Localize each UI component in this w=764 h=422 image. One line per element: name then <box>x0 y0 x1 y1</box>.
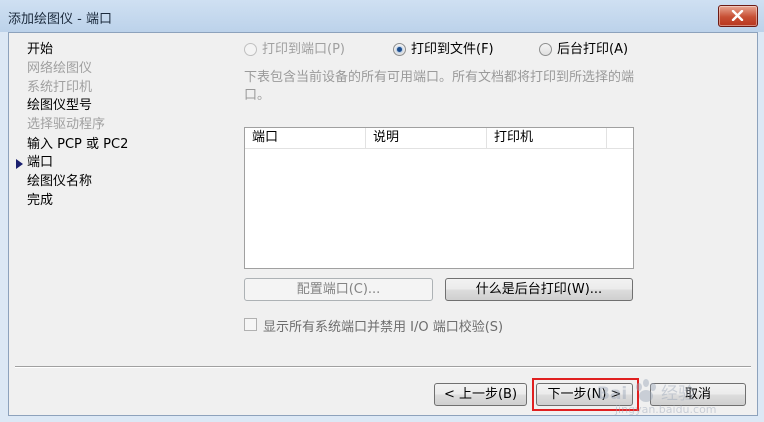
column-header-printer[interactable]: 打印机 <box>487 128 607 148</box>
current-step-arrow-icon <box>16 159 23 169</box>
step-select-driver: 选择驱动程序 <box>27 117 106 132</box>
port-list[interactable]: 端口 说明 打印机 <box>244 127 634 269</box>
back-button[interactable]: < 上一步(B) <box>434 383 527 406</box>
close-button[interactable] <box>718 5 758 27</box>
step-network-plotter: 网络绘图仪 <box>27 61 93 76</box>
radio-label: 后台打印(A) <box>557 42 629 57</box>
column-header-port[interactable]: 端口 <box>245 128 366 148</box>
radio-label: 打印到文件(F) <box>411 42 494 57</box>
separator <box>15 366 751 368</box>
configure-port-button[interactable]: 配置端口(C)... <box>244 278 433 301</box>
description-text: 下表包含当前设备的所有可用端口。所有文档都将打印到所选择的端口。 <box>244 70 635 103</box>
show-all-ports-label: 显示所有系统端口并禁用 I/O 端口校验(S) <box>263 320 504 335</box>
radio-label: 打印到端口(P) <box>262 42 345 57</box>
step-finish: 完成 <box>27 193 54 208</box>
step-start: 开始 <box>27 42 54 57</box>
cancel-button[interactable]: 取消 <box>650 383 746 406</box>
step-plotter-model: 绘图仪型号 <box>27 98 93 113</box>
step-plotter-name: 绘图仪名称 <box>27 174 93 189</box>
step-ports: 端口 <box>27 155 54 170</box>
show-all-ports-checkbox[interactable] <box>244 318 257 331</box>
radio-button[interactable] <box>244 43 257 56</box>
close-icon <box>731 10 744 21</box>
title-bar: 添加绘图仪 - 端口 <box>0 0 764 32</box>
column-header-description[interactable]: 说明 <box>366 128 487 148</box>
radio-button[interactable] <box>539 43 552 56</box>
dialog-body: 开始 网络绘图仪 系统打印机 绘图仪型号 选择驱动程序 输入 PCP 或 PC2… <box>8 32 758 416</box>
port-list-header: 端口 说明 打印机 <box>245 128 633 149</box>
step-import-pcp-pc2: 输入 PCP 或 PC2 <box>27 137 129 152</box>
window-title: 添加绘图仪 - 端口 <box>8 12 112 27</box>
radio-button[interactable] <box>393 43 406 56</box>
what-is-autospool-button[interactable]: 什么是后台打印(W)... <box>445 278 633 301</box>
step-system-printer: 系统打印机 <box>27 80 93 95</box>
highlight-annotation <box>532 378 639 411</box>
